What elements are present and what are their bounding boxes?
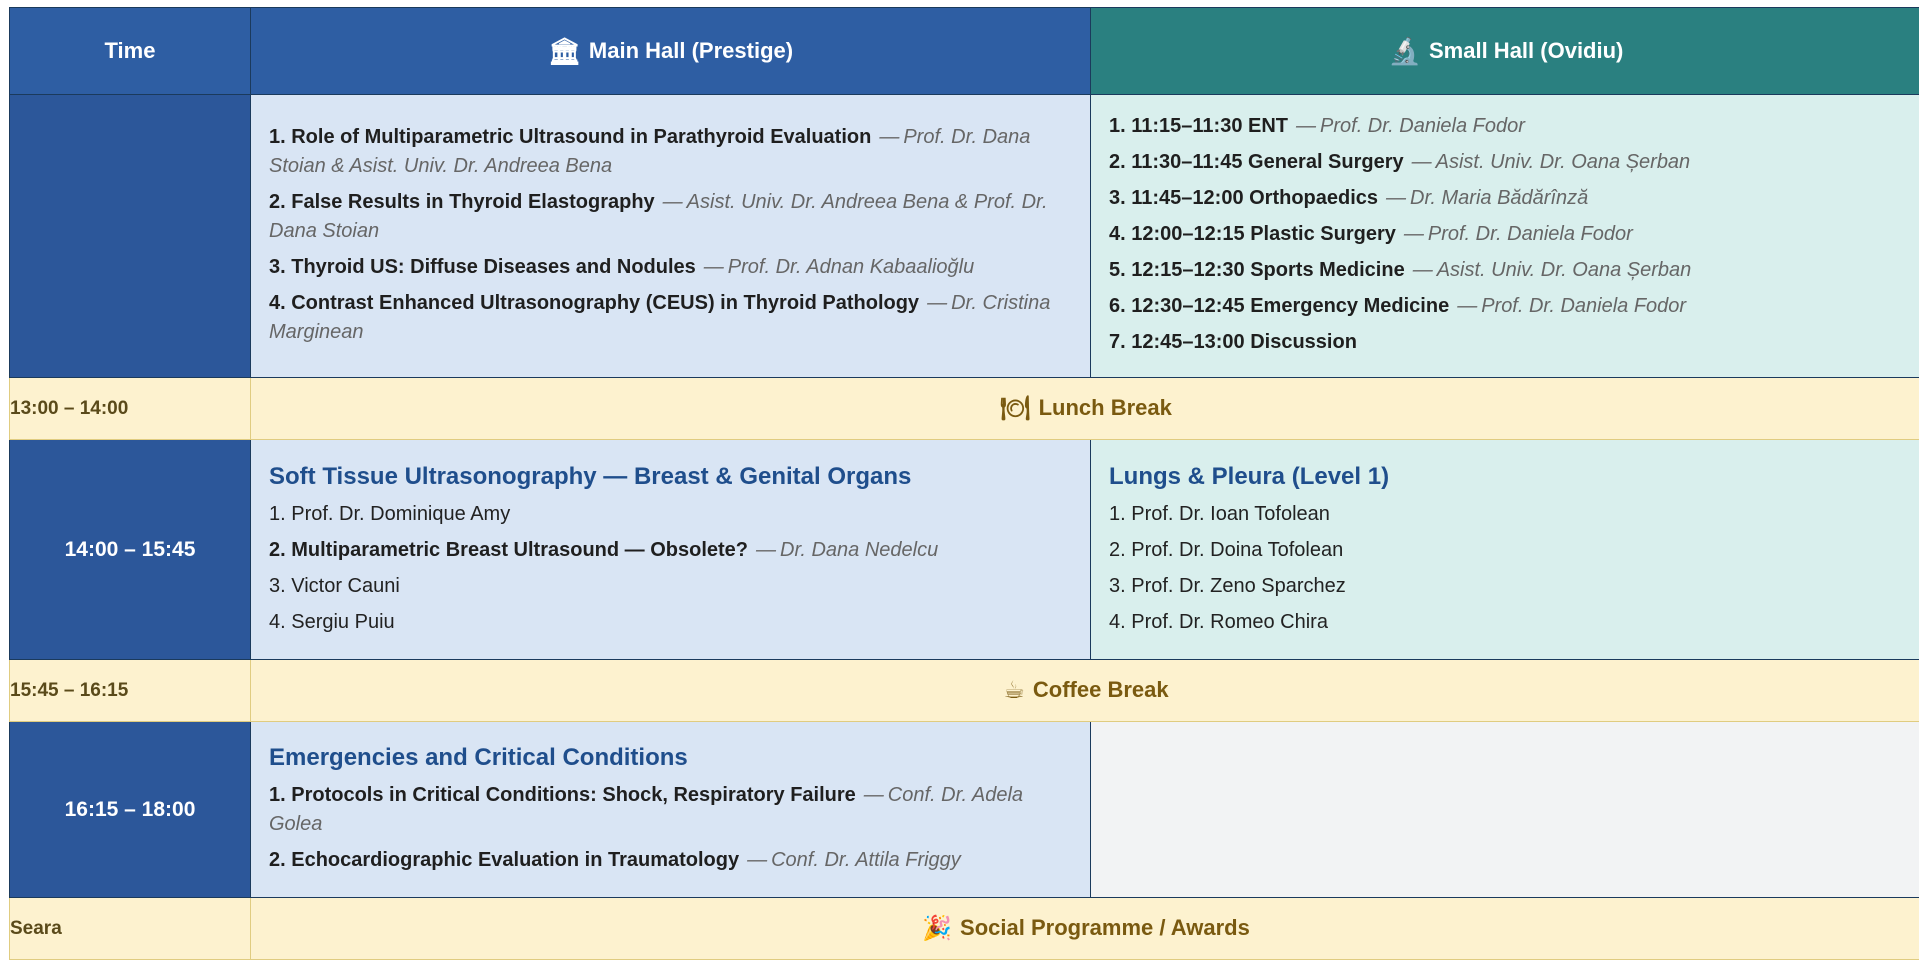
session-row-3: 16:15 – 18:00 Emergencies and Critical C… (10, 722, 1919, 898)
talk-item: 3. Thyroid US: Diffuse Diseases and Nodu… (269, 253, 1072, 282)
main-hall-header: 🏛 Main Hall (Prestige) (251, 8, 1091, 95)
classical-building-icon: 🏛 (548, 36, 581, 66)
talk-title: 2. False Results in Thyroid Elastography (269, 191, 655, 213)
small-hall-session: 1. 11:15–11:30 ENT—Prof. Dr. Daniela Fod… (1091, 95, 1919, 378)
session-title: Lungs & Pleura (Level 1) (1109, 460, 1903, 494)
talk-item: 5. 12:15–12:30 Sports Medicine —Asist. Un… (1109, 256, 1903, 285)
time-column-header: Time (10, 8, 251, 95)
talk-title: 1. 11:15–11:30 ENT (1109, 115, 1288, 137)
speaker-separator: — (747, 849, 767, 871)
talk-speaker: Dr. Maria Bădărînză (1410, 187, 1588, 209)
break-label-cell: ☕ Coffee Break (251, 660, 1919, 722)
talk-speaker: Prof. Dr. Daniela Fodor (1481, 295, 1686, 317)
party-popper-icon: 🎉 (922, 915, 952, 942)
talk-speaker: Prof. Dr. Daniela Fodor (1428, 223, 1633, 245)
break-time: 15:45 – 16:15 (10, 660, 251, 722)
speaker-separator: — (879, 126, 899, 148)
talk-item: 3. Victor Cauni (269, 572, 1072, 601)
main-hall-session: 1. Role of Multiparametric Ultrasound in… (251, 95, 1091, 378)
talk-speaker: Prof. Dr. Adnan Kabaalioğlu (728, 256, 974, 278)
talk-item: 6. 12:30–12:45 Emergency Medicine —Prof. … (1109, 292, 1903, 321)
talk-item: 2. 11:30–11:45 General Surgery —Asist. Un… (1109, 148, 1903, 177)
talk-title: 4. 12:00–12:15 Plastic Surgery (1109, 223, 1396, 245)
header-row: Time 🏛 Main Hall (Prestige) 🔬 Small Hall (… (10, 8, 1919, 95)
talk-title: 2. Multiparametric Breast Ultrasound — O… (269, 539, 748, 561)
speaker-separator: — (756, 539, 776, 561)
talk-item: 2. Prof. Dr. Doina Tofolean (1109, 536, 1903, 565)
small-hall-session: Lungs & Pleura (Level 1) 1. Prof. Dr. Io… (1091, 440, 1919, 660)
break-time: Seara (10, 898, 251, 960)
break-label-cell: 🎉 Social Programme / Awards (251, 898, 1919, 960)
talk-title: 5. 12:15–12:30 Sports Medicine (1109, 259, 1405, 281)
speaker-separator: — (704, 256, 724, 278)
talk-title: 1. Role of Multiparametric Ultrasound in… (269, 126, 871, 148)
talk-item: 1. Protocols in Critical Conditions: Sho… (269, 781, 1072, 839)
small-hall-header: 🔬 Small Hall (Ovidiu) (1091, 8, 1919, 95)
session-time: 14:00 – 15:45 (10, 440, 251, 660)
talk-item: 2. Echocardiographic Evaluation in Traum… (269, 846, 1072, 875)
speaker-separator: — (1457, 295, 1477, 317)
coffee-cup-icon: ☕ (1003, 677, 1025, 704)
break-label: Lunch Break (1039, 395, 1172, 420)
talk-item: 3. Prof. Dr. Zeno Sparchez (1109, 572, 1903, 601)
session-row-1: 1. Role of Multiparametric Ultrasound in… (10, 95, 1919, 378)
talk-item: 1. Prof. Dr. Dominique Amy (269, 500, 1072, 529)
break-label: Social Programme / Awards (960, 915, 1250, 940)
talk-item: 4. 12:00–12:15 Plastic Surgery —Prof. Dr.… (1109, 220, 1903, 249)
talk-title: 7. 12:45–13:00 Discussion (1109, 331, 1357, 353)
talk-item: 2. Multiparametric Breast Ultrasound — O… (269, 536, 1072, 565)
speaker-separator: — (1412, 151, 1432, 173)
talk-title: 4. Contrast Enhanced Ultrasonography (CE… (269, 292, 919, 314)
talk-title: 1. Protocols in Critical Conditions: Sho… (269, 784, 856, 806)
session-row-2: 14:00 – 15:45 Soft Tissue Ultrasonograph… (10, 440, 1919, 660)
speaker-separator: — (1413, 259, 1433, 281)
talk-title: 6. 12:30–12:45 Emergency Medicine (1109, 295, 1449, 317)
speaker-separator: — (864, 784, 884, 806)
talk-item: 1. Role of Multiparametric Ultrasound in… (269, 123, 1072, 181)
talk-speaker: Conf. Dr. Attila Friggy (771, 849, 961, 871)
talk-item: 7. 12:45–13:00 Discussion (1109, 328, 1903, 357)
talk-speaker: Prof. Dr. Daniela Fodor (1320, 115, 1525, 137)
small-hall-label: Small Hall (Ovidiu) (1429, 38, 1623, 63)
talk-item: 2. False Results in Thyroid Elastography… (269, 188, 1072, 246)
speaker-separator: — (1296, 115, 1316, 137)
talk-item: 1. 11:15–11:30 ENT —Prof. Dr. Daniela Fod… (1109, 112, 1903, 141)
talk-item: 3. 11:45–12:00 Orthopaedics —Dr. Maria Bă… (1109, 184, 1903, 213)
session-time (10, 95, 251, 378)
talk-speaker: Asist. Univ. Dr. Oana Șerban (1437, 259, 1692, 281)
session-time: 16:15 – 18:00 (10, 722, 251, 898)
main-hall-label: Main Hall (Prestige) (589, 38, 793, 63)
talk-item: 4. Sergiu Puiu (269, 608, 1072, 637)
break-time: 13:00 – 14:00 (10, 378, 251, 440)
talk-title: 3. Thyroid US: Diffuse Diseases and Nodu… (269, 256, 696, 278)
talk-title: 3. 11:45–12:00 Orthopaedics (1109, 187, 1378, 209)
plate-cutlery-icon: 🍽 (1000, 395, 1030, 422)
main-hall-session: Emergencies and Critical Conditions 1. P… (251, 722, 1091, 898)
empty-session-cell (1091, 722, 1919, 898)
session-title: Soft Tissue Ultrasonography — Breast & G… (269, 460, 1072, 494)
talk-title: 2. 11:30–11:45 General Surgery (1109, 151, 1404, 173)
talk-item: 1. Prof. Dr. Ioan Tofolean (1109, 500, 1903, 529)
lunch-break-row: 13:00 – 14:00 🍽 Lunch Break (10, 378, 1919, 440)
schedule-table: Time 🏛 Main Hall (Prestige) 🔬 Small Hall (… (9, 7, 1919, 960)
break-label: Coffee Break (1033, 677, 1169, 702)
speaker-separator: — (1386, 187, 1406, 209)
microscope-icon: 🔬 (1389, 36, 1421, 66)
speaker-separator: — (663, 191, 683, 213)
talk-title: 2. Echocardiographic Evaluation in Traum… (269, 849, 739, 871)
evening-row: Seara 🎉 Social Programme / Awards (10, 898, 1919, 960)
session-title: Emergencies and Critical Conditions (269, 741, 1072, 775)
talk-speaker: Asist. Univ. Dr. Oana Șerban (1436, 151, 1691, 173)
talk-speaker: Dr. Dana Nedelcu (780, 539, 938, 561)
coffee-break-row: 15:45 – 16:15 ☕ Coffee Break (10, 660, 1919, 722)
break-label-cell: 🍽 Lunch Break (251, 378, 1919, 440)
speaker-separator: — (1404, 223, 1424, 245)
talk-item: 4. Contrast Enhanced Ultrasonography (CE… (269, 289, 1072, 347)
talk-item: 4. Prof. Dr. Romeo Chira (1109, 608, 1903, 637)
speaker-separator: — (927, 292, 947, 314)
main-hall-session: Soft Tissue Ultrasonography — Breast & G… (251, 440, 1091, 660)
